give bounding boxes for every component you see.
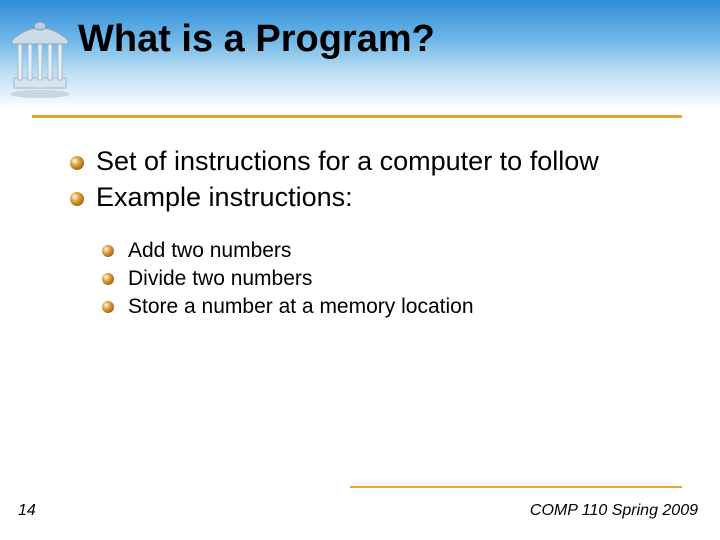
bullet-item: Set of instructions for a computer to fo…	[70, 145, 680, 179]
sub-bullet-item: Divide two numbers	[102, 265, 680, 292]
slide-content: Set of instructions for a computer to fo…	[70, 145, 680, 321]
sub-bullet-item: Add two numbers	[102, 237, 680, 264]
bullet-text: Divide two numbers	[128, 267, 312, 290]
footer-course: COMP 110 Spring 2009	[530, 502, 698, 520]
bullet-text: Set of instructions for a computer to fo…	[96, 146, 599, 176]
title-underline	[32, 115, 682, 118]
slide-header: What is a Program?	[0, 14, 720, 114]
bullet-text: Example instructions:	[96, 182, 353, 212]
bullet-text: Store a number at a memory location	[128, 295, 474, 318]
page-number: 14	[18, 502, 36, 520]
sub-bullet-item: Store a number at a memory location	[102, 293, 680, 320]
bullet-text: Add two numbers	[128, 239, 291, 262]
bullet-item: Example instructions:	[70, 181, 680, 215]
slide-title: What is a Program?	[78, 18, 435, 61]
sub-bullet-group: Add two numbers Divide two numbers Store…	[70, 237, 680, 321]
footer-divider	[350, 486, 682, 488]
slide: What is a Program? Set of instructions f…	[0, 0, 720, 540]
